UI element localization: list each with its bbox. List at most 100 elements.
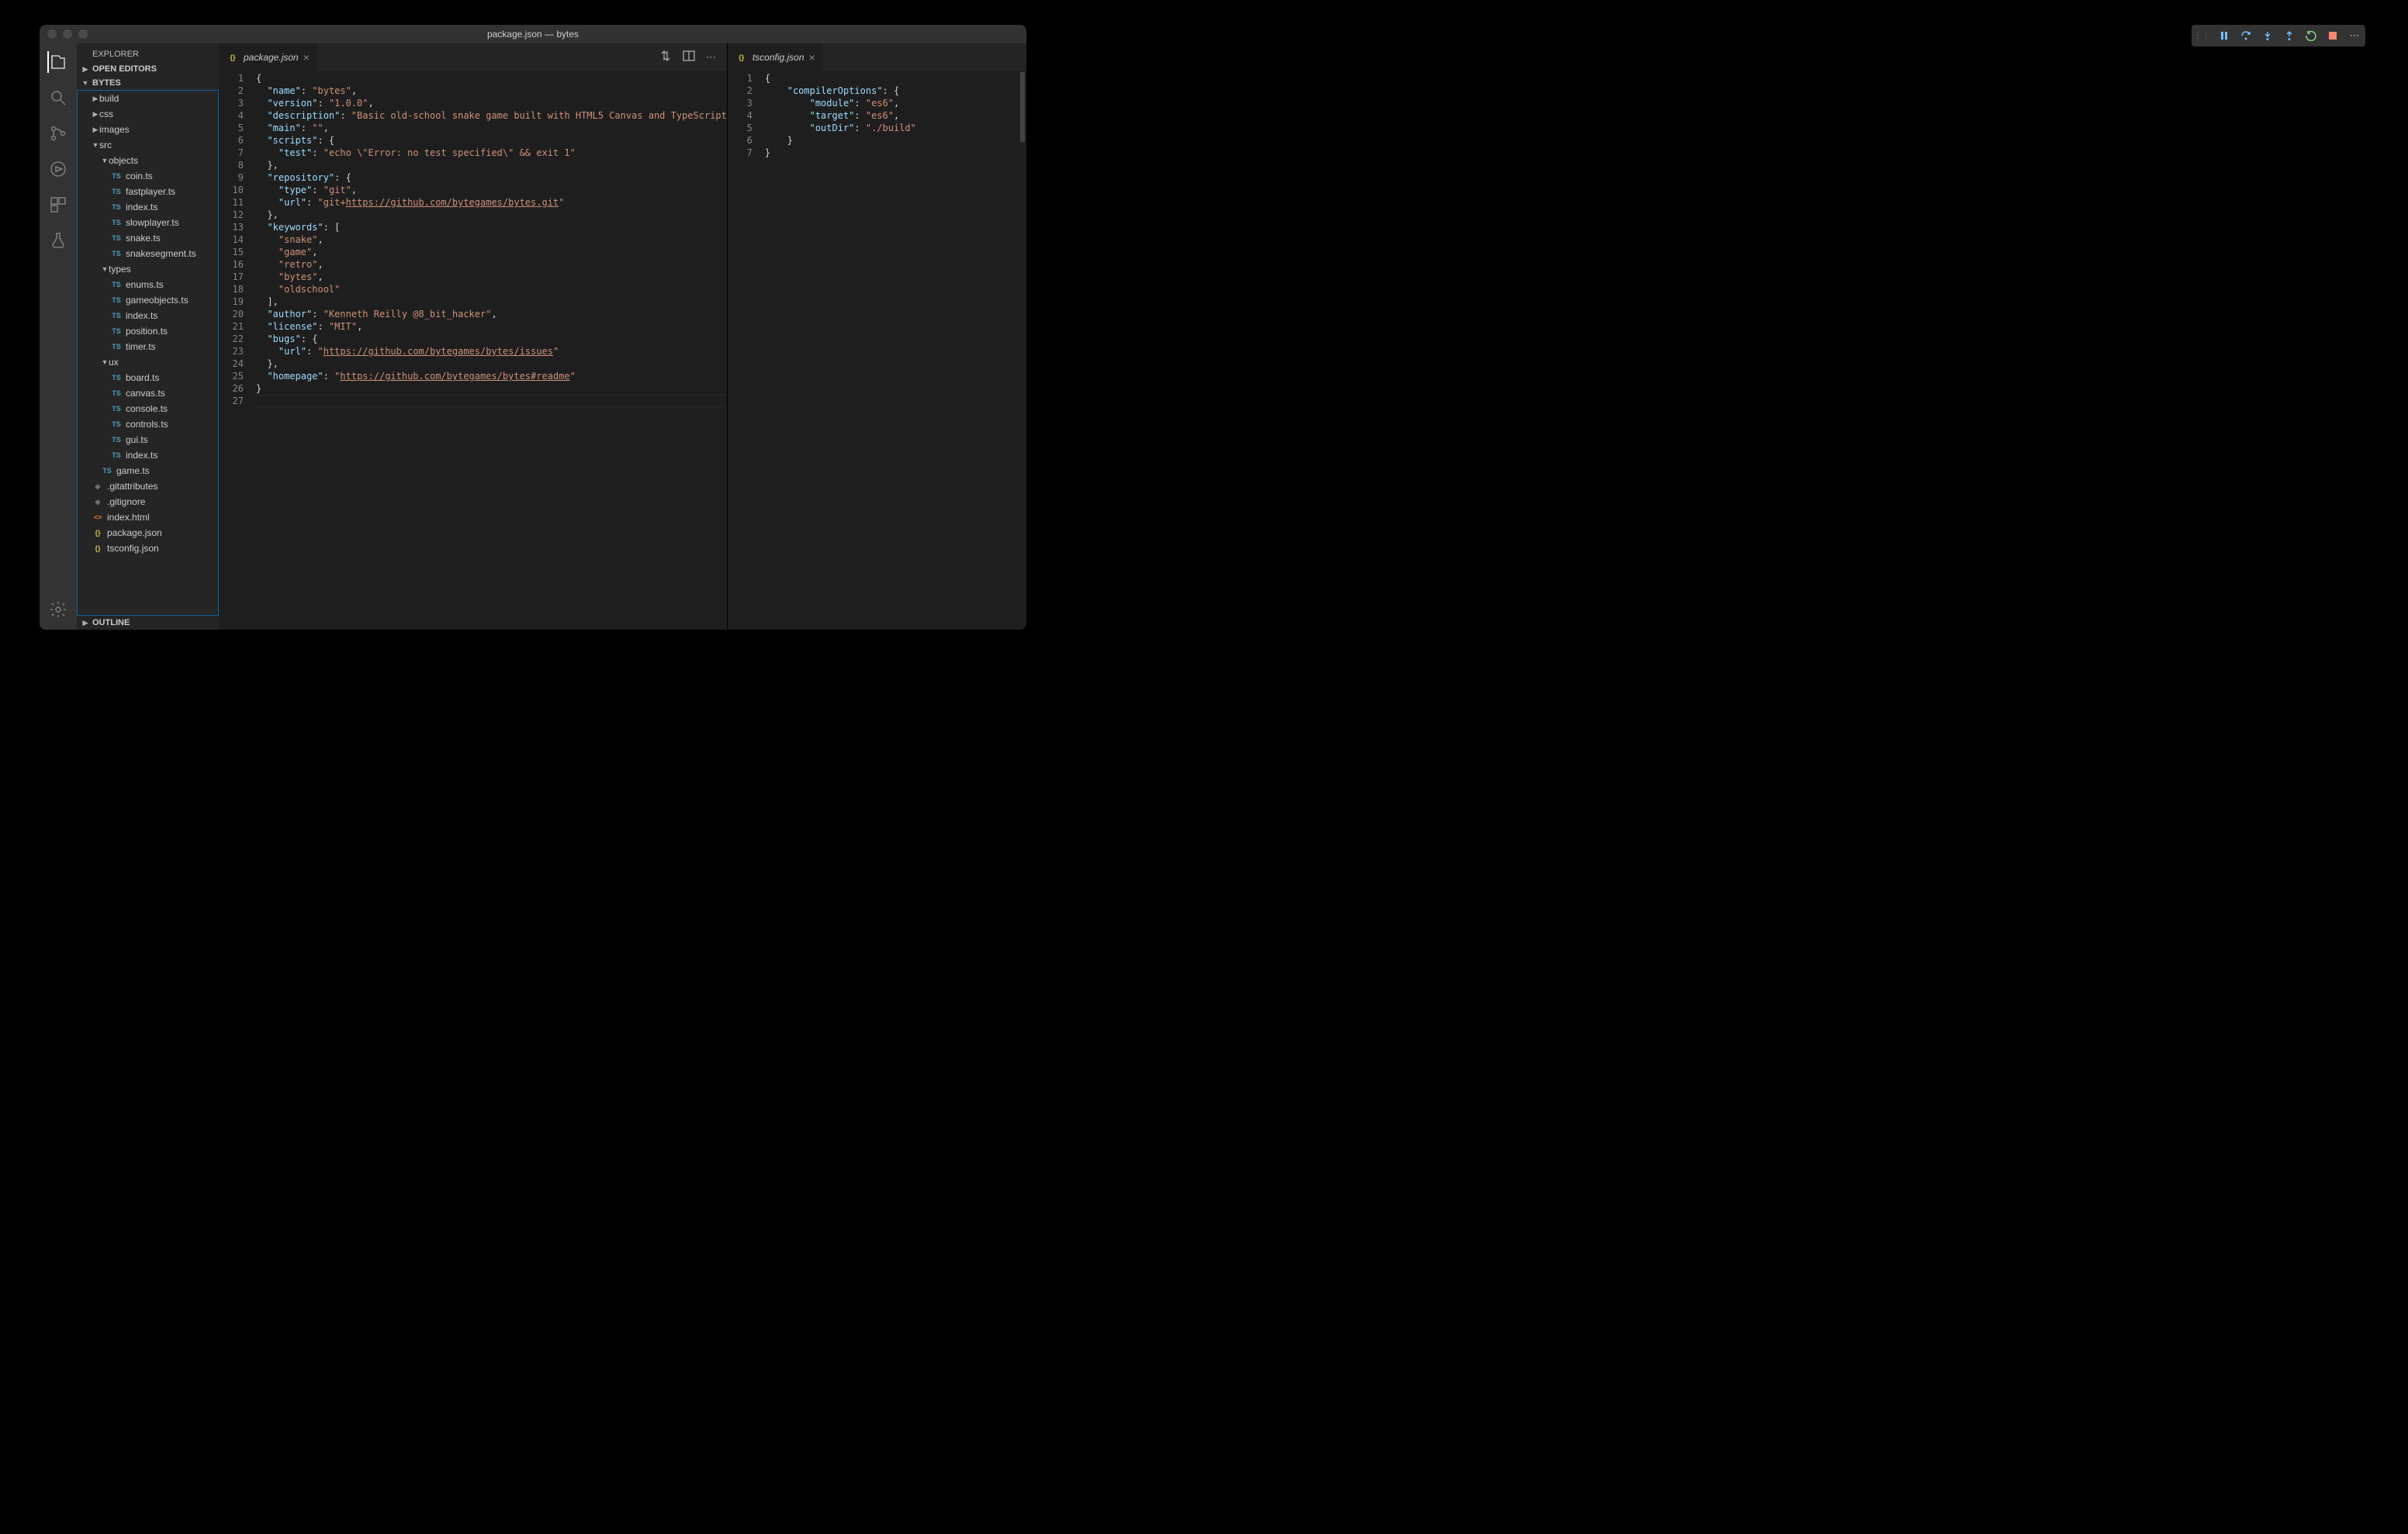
debug-toolbar[interactable]: ⋮⋮ ⋯ <box>2192 25 2365 47</box>
json-icon: {} <box>227 54 239 61</box>
search-icon[interactable] <box>47 87 69 109</box>
window-title: package.json — bytes <box>40 29 1026 40</box>
file-board.ts[interactable]: TSboard.ts <box>78 370 218 385</box>
editor-group-right: {} tsconfig.json × 1234567 { "compilerOp… <box>727 43 1026 630</box>
titlebar[interactable]: package.json — bytes <box>40 25 1026 43</box>
source-control-icon[interactable] <box>47 123 69 144</box>
folder-types[interactable]: ▼types <box>78 261 218 277</box>
close-icon[interactable]: × <box>303 51 310 64</box>
tab-tsconfig-json[interactable]: {} tsconfig.json × <box>728 43 823 71</box>
file-enums.ts[interactable]: TSenums.ts <box>78 277 218 292</box>
extensions-icon[interactable] <box>47 194 69 216</box>
code-content[interactable]: { "name": "bytes", "version": "1.0.0", "… <box>256 71 727 630</box>
json-icon: {} <box>735 54 748 61</box>
folder-build[interactable]: ▶build <box>78 91 218 106</box>
stop-icon[interactable] <box>2327 29 2339 42</box>
folder-src[interactable]: ▼src <box>78 137 218 153</box>
file-console.ts[interactable]: TSconsole.ts <box>78 401 218 416</box>
chevron-icon: ▶ <box>92 95 99 103</box>
file-fastplayer.ts[interactable]: TSfastplayer.ts <box>78 184 218 199</box>
ts-icon: TS <box>110 188 123 195</box>
ts-icon: TS <box>110 234 123 242</box>
chevron-icon: ▶ <box>92 126 99 134</box>
chevron-right-icon: ▶ <box>81 65 89 74</box>
file-index.ts[interactable]: TSindex.ts <box>78 308 218 323</box>
html-icon: <> <box>92 513 104 521</box>
restart-icon[interactable] <box>2305 29 2317 42</box>
chevron-down-icon: ▼ <box>81 79 89 87</box>
file-position.ts[interactable]: TSposition.ts <box>78 323 218 339</box>
editor-left[interactable]: 1234567891011121314151617181920212223242… <box>219 71 727 630</box>
file-index.ts[interactable]: TSindex.ts <box>78 447 218 463</box>
code-content[interactable]: { "compilerOptions": { "module": "es6", … <box>765 71 1026 630</box>
more-actions-icon[interactable]: ⋯ <box>706 51 716 64</box>
editor-group-left: {} package.json × ⋯ <box>219 43 727 630</box>
minimap-scroll[interactable] <box>1020 72 1025 142</box>
file-timer.ts[interactable]: TStimer.ts <box>78 339 218 354</box>
chevron-icon: ▼ <box>101 157 109 164</box>
ts-icon: TS <box>110 343 123 351</box>
close-icon[interactable]: × <box>809 51 815 64</box>
file-slowplayer.ts[interactable]: TSslowplayer.ts <box>78 215 218 230</box>
close-window-icon[interactable] <box>47 29 57 39</box>
gutter: 1234567 <box>728 71 765 630</box>
pause-icon[interactable] <box>2218 29 2230 42</box>
editor-right[interactable]: 1234567 { "compilerOptions": { "module":… <box>728 71 1026 630</box>
chevron-right-icon: ▶ <box>81 619 89 627</box>
sidebar-explorer: EXPLORER ▶ OPEN EDITORS ▼ BYTES ▶build▶c… <box>77 43 219 630</box>
folder-objects[interactable]: ▼objects <box>78 153 218 168</box>
file-snake.ts[interactable]: TSsnake.ts <box>78 230 218 246</box>
tab-bar-left: {} package.json × ⋯ <box>219 43 727 71</box>
step-into-icon[interactable] <box>2261 29 2274 42</box>
file-tsconfig.json[interactable]: {}tsconfig.json <box>78 541 218 556</box>
ts-icon: TS <box>110 451 123 459</box>
minimize-window-icon[interactable] <box>63 29 72 39</box>
file-coin.ts[interactable]: TScoin.ts <box>78 168 218 184</box>
file-tree[interactable]: ▶build▶css▶images▼src▼objectsTScoin.tsTS… <box>77 90 219 616</box>
section-open-editors[interactable]: ▶ OPEN EDITORS <box>77 62 219 76</box>
ts-icon: TS <box>110 281 123 288</box>
file-index.ts[interactable]: TSindex.ts <box>78 199 218 215</box>
tab-package-json[interactable]: {} package.json × <box>219 43 317 71</box>
split-editor-icon[interactable] <box>683 50 695 64</box>
activity-bar <box>40 43 77 630</box>
folder-images[interactable]: ▶images <box>78 122 218 137</box>
ts-icon: TS <box>110 405 123 413</box>
drag-handle-icon[interactable]: ⋮⋮ <box>2196 29 2209 42</box>
file-snakesegment.ts[interactable]: TSsnakesegment.ts <box>78 246 218 261</box>
file-gameobjects.ts[interactable]: TSgameobjects.ts <box>78 292 218 308</box>
ts-icon: TS <box>110 327 123 335</box>
zoom-window-icon[interactable] <box>78 29 88 39</box>
folder-ux[interactable]: ▼ux <box>78 354 218 370</box>
ts-icon: TS <box>110 374 123 382</box>
git-icon: ◆ <box>92 498 104 506</box>
file-game.ts[interactable]: TSgame.ts <box>78 463 218 479</box>
file-controls.ts[interactable]: TScontrols.ts <box>78 416 218 432</box>
file-.gitattributes[interactable]: ◆.gitattributes <box>78 479 218 494</box>
folder-css[interactable]: ▶css <box>78 106 218 122</box>
compare-icon[interactable] <box>659 50 672 64</box>
debug-icon[interactable] <box>47 158 69 180</box>
file-index.html[interactable]: <>index.html <box>78 510 218 525</box>
ts-icon: TS <box>110 219 123 226</box>
step-over-icon[interactable] <box>2240 29 2252 42</box>
file-.gitignore[interactable]: ◆.gitignore <box>78 494 218 510</box>
section-outline[interactable]: ▶ OUTLINE <box>77 616 219 630</box>
settings-gear-icon[interactable] <box>47 599 69 620</box>
section-project[interactable]: ▼ BYTES <box>77 76 219 90</box>
step-out-icon[interactable] <box>2283 29 2296 42</box>
ts-icon: TS <box>110 312 123 320</box>
traffic-lights <box>40 29 88 39</box>
explorer-icon[interactable] <box>47 51 69 73</box>
ts-icon: TS <box>110 296 123 304</box>
ts-icon: TS <box>110 436 123 444</box>
test-icon[interactable] <box>47 230 69 251</box>
file-canvas.ts[interactable]: TScanvas.ts <box>78 385 218 401</box>
more-actions-icon[interactable]: ⋯ <box>2348 29 2361 42</box>
ts-icon: TS <box>110 172 123 180</box>
file-gui.ts[interactable]: TSgui.ts <box>78 432 218 447</box>
chevron-icon: ▼ <box>101 358 109 366</box>
git-icon: ◆ <box>92 482 104 491</box>
ts-icon: TS <box>110 389 123 397</box>
file-package.json[interactable]: {}package.json <box>78 525 218 541</box>
